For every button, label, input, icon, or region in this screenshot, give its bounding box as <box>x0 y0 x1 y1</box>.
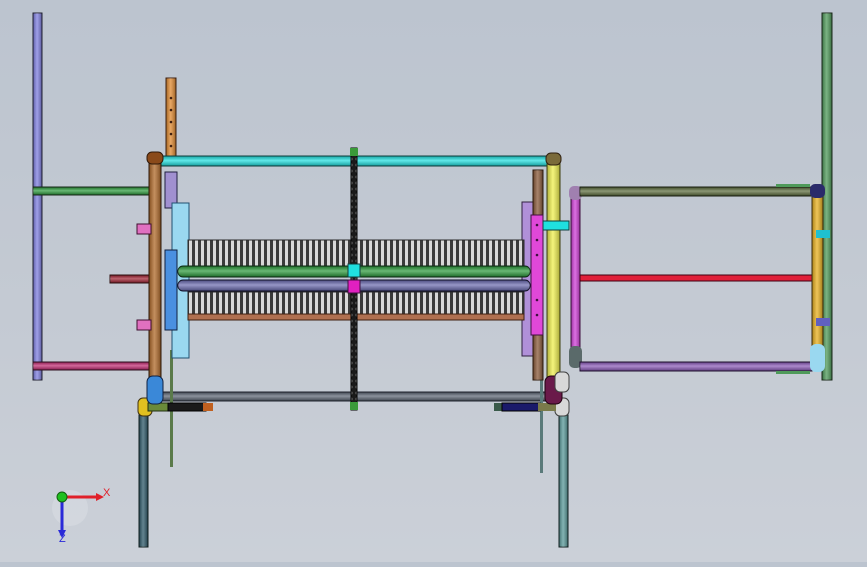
y-axis-dot <box>56 491 68 503</box>
right-yellow-post[interactable] <box>544 152 570 405</box>
x-axis-label: X <box>103 487 111 499</box>
right-magenta-inner[interactable] <box>530 214 544 336</box>
left-copper-pipe[interactable] <box>146 151 164 405</box>
z-axis-label: Z <box>59 533 66 545</box>
left-red-stub[interactable] <box>109 274 156 284</box>
assembly-view: X Z <box>32 12 833 548</box>
orange-post[interactable] <box>165 77 177 167</box>
right-purple-pipe[interactable] <box>579 361 813 374</box>
cad-viewport[interactable]: X Z <box>0 0 867 562</box>
left-pink-pipe[interactable] <box>32 361 152 371</box>
right-olive-pipe[interactable] <box>579 184 813 197</box>
right-red-pipe[interactable] <box>579 274 817 282</box>
left-frame[interactable] <box>32 12 43 381</box>
left-green-pipe[interactable] <box>32 186 152 196</box>
right-leg[interactable] <box>558 414 569 548</box>
center-chain-shaft[interactable] <box>350 147 358 411</box>
left-leg[interactable] <box>138 414 149 548</box>
right-cyan-connector <box>542 220 570 231</box>
axis-triad: X Z <box>52 487 111 545</box>
